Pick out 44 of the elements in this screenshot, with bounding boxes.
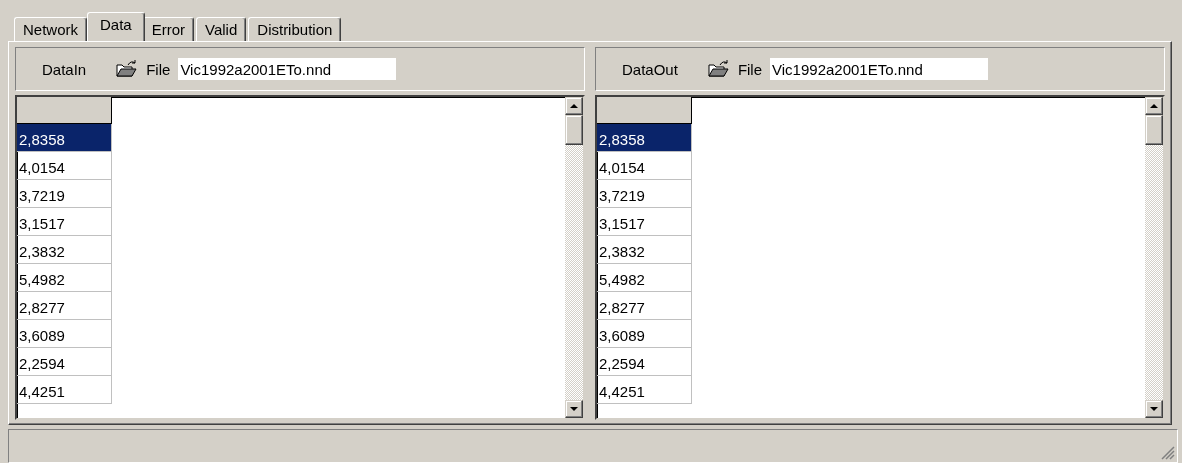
file-label: File — [737, 60, 763, 78]
up-arrow-icon — [570, 104, 578, 108]
down-arrow-icon — [570, 407, 578, 411]
table-cell[interactable]: 5,4982 — [597, 264, 692, 292]
table-cell[interactable]: 3,6089 — [17, 320, 112, 348]
open-folder-icon[interactable] — [707, 60, 730, 78]
table-cell[interactable]: 3,6089 — [597, 320, 692, 348]
pane-title: DataOut — [622, 60, 678, 78]
table-cell[interactable]: 3,1517 — [17, 208, 112, 236]
table-cell[interactable]: 3,7219 — [17, 180, 112, 208]
tab[interactable]: Data — [87, 12, 145, 41]
scroll-up-button[interactable] — [565, 97, 583, 115]
resize-grip-icon[interactable] — [1161, 446, 1175, 460]
tab[interactable]: Distribution — [248, 17, 342, 41]
scroll-thumb[interactable] — [1145, 115, 1163, 145]
table-cell[interactable]: 5,4982 — [17, 264, 112, 292]
tab[interactable]: Valid — [196, 17, 247, 41]
table-cell[interactable]: 4,4251 — [17, 376, 112, 404]
table-cell[interactable]: 2,2594 — [17, 348, 112, 376]
pane-title: DataIn — [42, 60, 87, 78]
table-cell[interactable]: 3,7219 — [597, 180, 692, 208]
open-folder-icon[interactable] — [116, 60, 139, 78]
table-cell[interactable]: 3,1517 — [597, 208, 692, 236]
table-cell[interactable]: 2,8277 — [17, 292, 112, 320]
up-arrow-icon — [1150, 104, 1158, 108]
tab[interactable]: Error — [142, 17, 195, 41]
table-cell[interactable]: 2,2594 — [597, 348, 692, 376]
table-cell[interactable]: 2,8277 — [597, 292, 692, 320]
table-cell[interactable]: 4,0154 — [597, 152, 692, 180]
table-cell[interactable]: 2,3832 — [17, 236, 112, 264]
table-cell[interactable]: 4,4251 — [597, 376, 692, 404]
tab[interactable]: Network — [14, 17, 87, 41]
down-arrow-icon — [1150, 407, 1158, 411]
table-cell[interactable]: 2,8358 — [597, 124, 692, 152]
scroll-up-button[interactable] — [1145, 97, 1163, 115]
table-cell[interactable]: 4,0154 — [17, 152, 112, 180]
file-name-field[interactable]: Vic1992a2001ETo.nnd — [178, 58, 397, 80]
scroll-thumb[interactable] — [565, 115, 583, 145]
scroll-down-button[interactable] — [565, 400, 583, 418]
table-cell[interactable]: 2,8358 — [17, 124, 112, 152]
scroll-down-button[interactable] — [1145, 400, 1163, 418]
file-name-field[interactable]: Vic1992a2001ETo.nnd — [770, 58, 989, 80]
file-label: File — [146, 60, 171, 78]
table-cell[interactable]: 2,3832 — [597, 236, 692, 264]
